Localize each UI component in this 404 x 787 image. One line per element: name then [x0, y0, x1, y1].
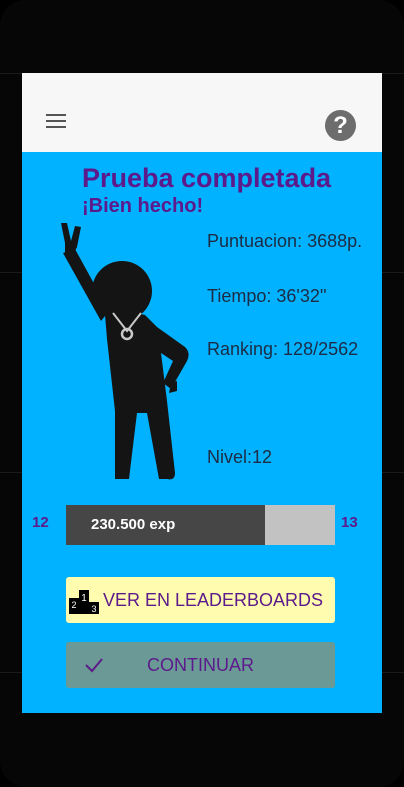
experience-label: 230.500 exp	[91, 516, 176, 533]
help-icon[interactable]: ?	[325, 110, 356, 141]
experience-progress-bar: 230.500 exp	[66, 505, 335, 545]
next-level-label: 13	[341, 514, 358, 531]
page-title: Prueba completada	[82, 163, 332, 193]
level-text: Nivel:12	[207, 447, 273, 467]
time-text: Tiempo: 36'32''	[207, 286, 327, 306]
app-bar: ?	[22, 73, 382, 152]
podium-icon: 1 2 3	[69, 590, 99, 614]
victory-figure-icon	[61, 223, 189, 480]
continue-button[interactable]: CONTINUAR	[66, 642, 335, 688]
leaderboards-button-label: VER EN LEADERBOARDS	[103, 590, 324, 610]
ranking-text: Ranking: 128/2562	[207, 339, 359, 359]
hamburger-menu-icon[interactable]	[46, 114, 66, 128]
svg-text:1: 1	[81, 593, 87, 604]
svg-text:3: 3	[91, 604, 96, 614]
score-text: Puntuacion: 3688p.	[207, 231, 363, 251]
svg-text:2: 2	[71, 600, 76, 610]
app-screen: ? Prueba completada ¡Bien hecho! Puntuac…	[22, 73, 382, 713]
page-subtitle: ¡Bien hecho!	[82, 195, 204, 217]
current-level-label: 12	[32, 514, 49, 531]
continue-button-label: CONTINUAR	[147, 655, 254, 675]
view-leaderboards-button[interactable]: 1 2 3 VER EN LEADERBOARDS	[66, 577, 335, 623]
